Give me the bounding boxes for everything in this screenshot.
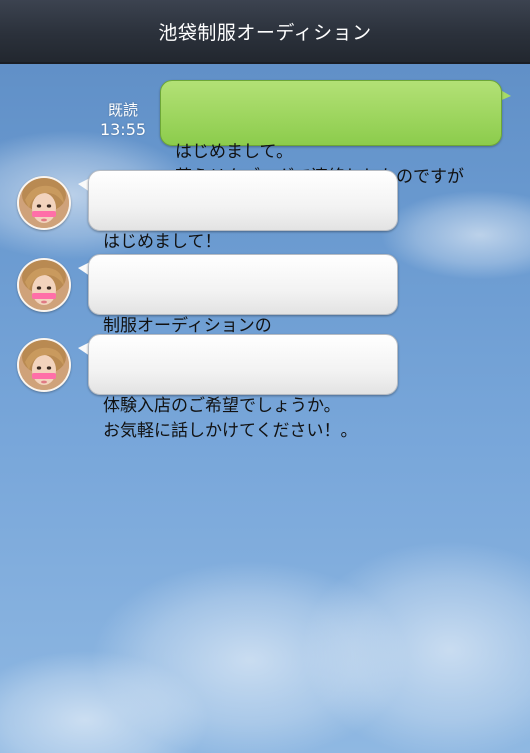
chat-header: 池袋制服オーディション [0,0,530,64]
incoming-message-bubble[interactable]: 体験入店のご希望でしょうか。 お気軽に話しかけてください！。 [88,334,398,441]
chat-title: 池袋制服オーディション [158,21,372,44]
avatar[interactable] [17,176,71,230]
read-receipt: 既読 13:55 [94,101,152,139]
message-time: 13:55 [99,120,147,139]
read-label: 既読 [107,101,138,119]
cloud-decoration [300,540,530,753]
chat-screen: 池袋制服オーディション 既読 13:55 はじめまして。 萌えリクブログで連絡し… [0,0,530,753]
incoming-message-bubble[interactable]: はじめまして！ ご応募ありがとうございます。 [88,170,398,277]
user-avatar-photo-icon [19,260,69,310]
incoming-message-bubble[interactable]: 制服オーディションの 秋田と申します。 [88,254,398,361]
message-text: 体験入店のご希望でしょうか。 お気軽に話しかけてください！。 [103,396,358,441]
avatar[interactable] [17,258,71,312]
user-avatar-photo-icon [19,340,69,390]
user-avatar-photo-icon [19,178,69,228]
outgoing-message-bubble[interactable]: はじめまして。 萌えリクブログで連絡ししたのですが [160,80,502,187]
avatar[interactable] [17,338,71,392]
